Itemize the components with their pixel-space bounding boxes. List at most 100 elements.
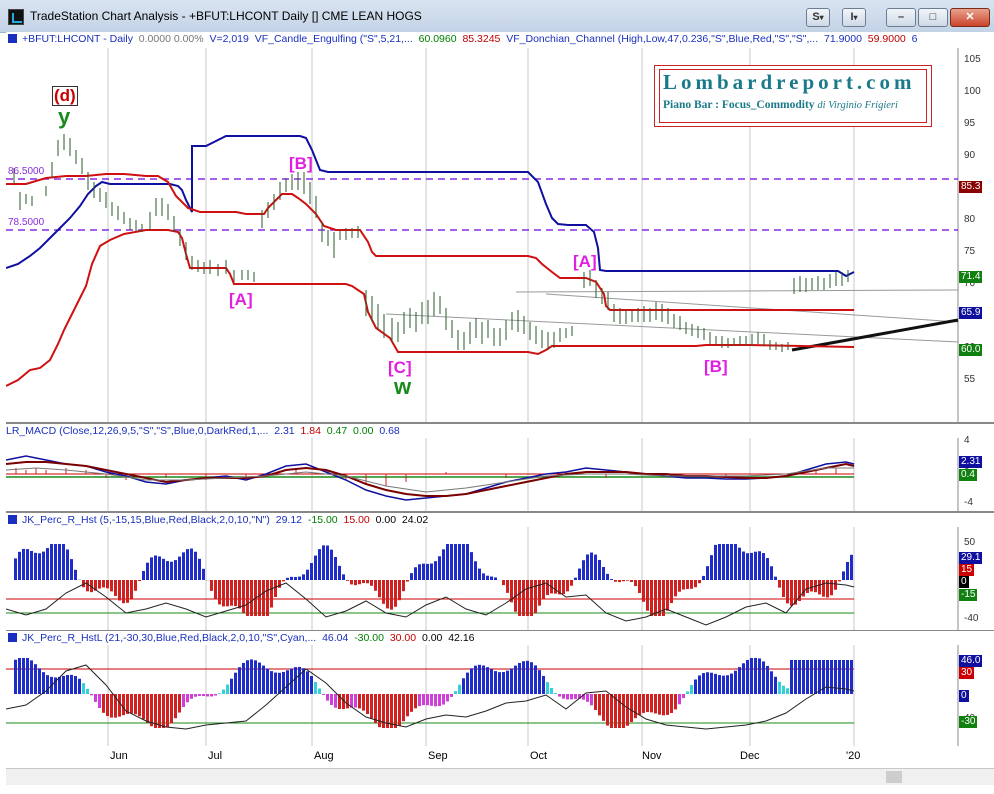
- histogram-bar: [34, 664, 37, 694]
- s-menu-button[interactable]: S▾: [806, 8, 830, 27]
- histogram-bar: [662, 694, 665, 716]
- histogram-bar: [582, 560, 585, 580]
- histogram-bar: [490, 576, 493, 580]
- month-label-nov: Nov: [642, 750, 662, 762]
- histogram-bar: [206, 694, 209, 697]
- histogram-bar: [354, 694, 357, 708]
- i-menu-button[interactable]: I▾: [842, 8, 866, 27]
- histogram-bar: [50, 544, 53, 580]
- macd-chart-svg: [6, 438, 959, 511]
- histogram-bar: [622, 580, 625, 582]
- histogram-bar: [726, 544, 729, 580]
- close-button[interactable]: ✕: [950, 8, 990, 27]
- histogram-bar: [390, 580, 393, 610]
- histogram-bar: [838, 580, 841, 582]
- histogram-bar: [438, 694, 441, 707]
- histogram-bar: [210, 694, 213, 697]
- macd-tick: 4: [964, 435, 970, 446]
- price-pane[interactable]: +BFUT:LHCONT - Daily 0.0000 0.00% V=2,01…: [6, 32, 994, 423]
- histogram-bar: [322, 545, 325, 580]
- histogram-bar: [682, 694, 685, 699]
- histogram-bar: [810, 660, 813, 694]
- histogram-bar: [542, 580, 545, 600]
- horizontal-scrollbar[interactable]: [6, 768, 994, 785]
- histogram-bar: [114, 580, 117, 596]
- histogram-bar: [318, 549, 321, 580]
- histogram-bar: [818, 580, 821, 595]
- macd-tag-2-31: 2.31: [959, 456, 983, 468]
- scrollbar-thumb[interactable]: [886, 771, 902, 783]
- price-tick: 105: [964, 54, 981, 65]
- histogram-bar: [374, 694, 377, 723]
- histogram-bar: [406, 694, 409, 717]
- histogram-bar: [690, 684, 693, 694]
- histogram-bar: [102, 694, 105, 713]
- perc-r-hst-pane[interactable]: JK_Perc_R_Hst (5,-15,15,Blue,Red,Black,2…: [6, 512, 994, 631]
- histogram-bar: [178, 556, 181, 580]
- histogram-bar: [462, 544, 465, 580]
- histogram-bar: [586, 554, 589, 580]
- chart-area[interactable]: +BFUT:LHCONT - Daily 0.0000 0.00% V=2,01…: [6, 32, 994, 794]
- histogram-bar: [630, 694, 633, 722]
- histogram-bar: [262, 665, 265, 694]
- histogram-bar: [222, 580, 225, 607]
- histogram-bar: [170, 694, 173, 724]
- histogram-bar: [738, 547, 741, 580]
- histogram-bar: [546, 580, 549, 596]
- histogram-bar: [510, 668, 513, 694]
- histogram-bar: [698, 675, 701, 694]
- histogram-bar: [634, 580, 637, 587]
- histogram-bar: [406, 580, 409, 582]
- date-axis: Jun Jul Aug Sep Oct Nov Dec '20: [6, 746, 994, 768]
- histogram-bar: [302, 574, 305, 580]
- price-tick: 100: [964, 86, 981, 97]
- histogram-bar: [70, 674, 73, 694]
- wave-label-b1: [B]: [289, 154, 313, 173]
- histogram-bar: [110, 694, 113, 718]
- histogram-bar: [194, 551, 197, 580]
- histogram-bar: [718, 544, 721, 580]
- histogram-bar: [798, 660, 801, 694]
- histogram-bar: [186, 694, 189, 703]
- histogram-bar: [266, 580, 269, 616]
- histogram-bar: [426, 563, 429, 580]
- histogram-bar: [22, 658, 25, 694]
- histogram-bar: [770, 566, 773, 580]
- lombard-author: di Virginio Frigieri: [817, 100, 898, 111]
- minimize-button[interactable]: –: [886, 8, 916, 27]
- perc-rl-tag-30: 30: [959, 667, 975, 679]
- histogram-bar: [642, 580, 645, 602]
- histogram-bar: [558, 694, 561, 697]
- histogram-bar: [62, 544, 65, 580]
- histogram-bar: [42, 551, 45, 580]
- maximize-button[interactable]: □: [918, 8, 948, 27]
- histogram-bar: [802, 660, 805, 694]
- histogram-bar: [474, 665, 477, 694]
- histogram-bar: [366, 694, 369, 715]
- histogram-bar: [130, 694, 133, 714]
- histogram-bar: [190, 548, 193, 580]
- histogram-bar: [710, 555, 713, 580]
- histogram-bar: [650, 580, 653, 616]
- histogram-bar: [694, 679, 697, 694]
- histogram-bar: [690, 580, 693, 589]
- wave-label-w: w: [394, 374, 412, 399]
- histogram-bar: [762, 553, 765, 580]
- histogram-bar: [630, 580, 633, 582]
- tradestation-app-icon[interactable]: [8, 9, 24, 25]
- histogram-bar: [622, 694, 625, 728]
- histogram-bar: [162, 558, 165, 580]
- wave-label-b2: [B]: [704, 357, 728, 376]
- perc-r-hstl-pane[interactable]: JK_Perc_R_HstL (21,-30,30,Blue,Red,Black…: [6, 630, 994, 748]
- histogram-bar: [154, 694, 157, 728]
- histogram-bar: [306, 671, 309, 694]
- histogram-bar: [118, 694, 121, 717]
- histogram-bar: [586, 694, 589, 702]
- histogram-bar: [734, 544, 737, 580]
- histogram-bar: [294, 576, 297, 580]
- histogram-bar: [34, 552, 37, 580]
- histogram-bar: [22, 548, 25, 580]
- histogram-bar: [578, 568, 581, 580]
- histogram-bar: [182, 552, 185, 580]
- macd-pane[interactable]: LR_MACD (Close,12,26,9,5,"S","S",Blue,0,…: [6, 423, 994, 512]
